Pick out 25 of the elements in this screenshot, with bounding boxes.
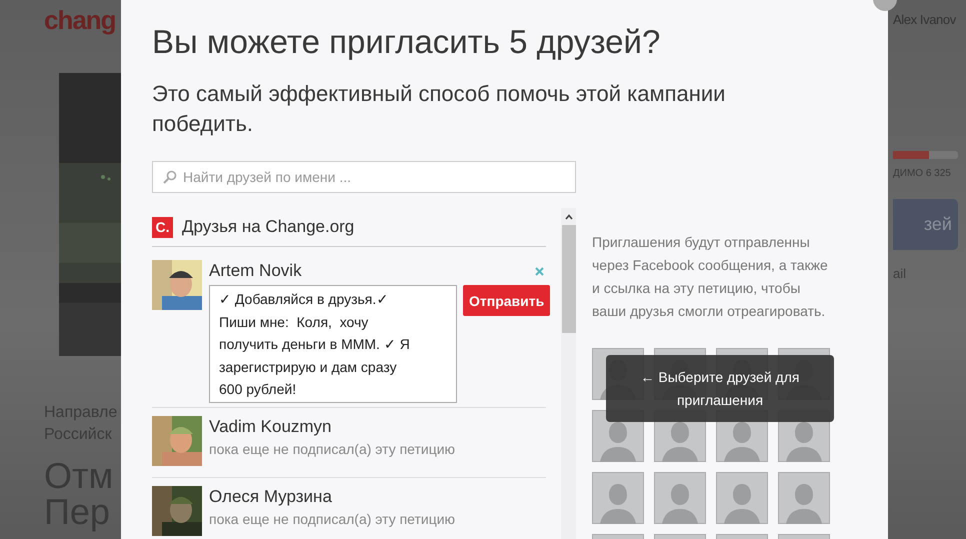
- section-title: Друзья на Change.org: [182, 217, 354, 237]
- avatar-placeholder-icon: [716, 472, 768, 524]
- change-logo: C.: [152, 216, 173, 238]
- scroll-thumb[interactable]: [562, 225, 576, 333]
- dialog-title: Вы можете пригласить 5 друзей?: [152, 22, 662, 62]
- search-icon: [163, 170, 177, 184]
- scrollbar[interactable]: [561, 208, 576, 539]
- share-button[interactable]: зей: [893, 199, 958, 250]
- message-field[interactable]: ✓ Добавляйся в друзья.✓ Пиши мне: Коля, хочу получить деньги в МММ. ✓ Я зарегистрирую и дам сразу 600 рублей!: [209, 285, 457, 403]
- friend-name[interactable]: Vadim Kouzmyn: [209, 416, 332, 438]
- avatar-placeholder-icon: [778, 472, 830, 524]
- friend-name: Artem Novik: [209, 260, 302, 282]
- close-icon[interactable]: [535, 267, 544, 276]
- tooltip: ← Выберите друзей для приглашения: [606, 355, 834, 422]
- friend-name[interactable]: Олеся Мурзина: [209, 486, 332, 508]
- avatar-placeholder-icon: [654, 472, 706, 524]
- scroll-up-icon[interactable]: [564, 213, 574, 221]
- info-text: Приглашения будут отправленны через Facebook сообщения, а также и ссылка на эту петицию, чтобы ваши друзья смогли отреагировать.: [592, 233, 829, 321]
- avatar-placeholder-icon: [592, 472, 644, 524]
- send-button[interactable]: Отправить: [463, 285, 550, 316]
- dialog-subtitle: Это самый эффективный способ помочь этой кампании победить.: [152, 80, 726, 138]
- search-field[interactable]: Найти друзей по имени ...: [152, 161, 576, 193]
- friend-status: пока еще не подписал(а) эту петицию: [209, 440, 456, 459]
- progress-bar: [893, 151, 958, 159]
- friend-status: пока еще не подписал(а) эту петицию: [209, 510, 456, 529]
